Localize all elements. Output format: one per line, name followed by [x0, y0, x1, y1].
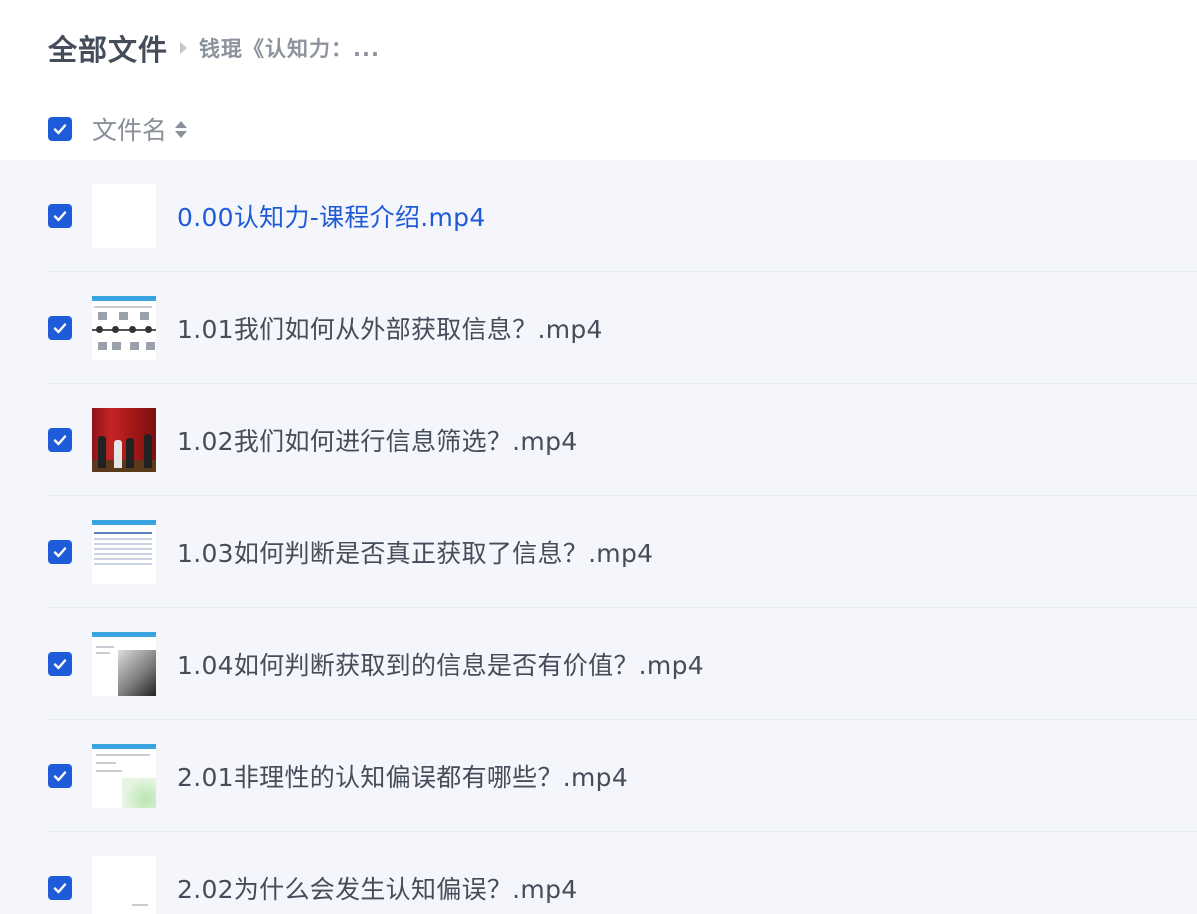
list-item[interactable]: 1.03如何判断是否真正获取了信息？.mp4: [0, 496, 1197, 608]
video-thumbnail: [92, 632, 156, 696]
file-name[interactable]: 2.02为什么会发生认知偏误？.mp4: [177, 870, 577, 906]
breadcrumb-current[interactable]: 钱琨《认知力：...: [199, 33, 380, 63]
video-thumbnail: [92, 296, 156, 360]
checkmark-icon: [53, 435, 67, 446]
row-checkbox[interactable]: [48, 204, 72, 228]
list-item[interactable]: 2.01非理性的认知偏误都有哪些？.mp4: [0, 720, 1197, 832]
breadcrumb: 全部文件 钱琨《认知力：...: [48, 28, 380, 68]
list-item[interactable]: 0.00认知力-课程介绍.mp4: [0, 160, 1197, 272]
file-browser: 全部文件 钱琨《认知力：... 文件名 0.00认知力-课程介绍.mp4 1.0…: [0, 0, 1197, 914]
file-name[interactable]: 2.01非理性的认知偏误都有哪些？.mp4: [177, 758, 628, 794]
list-item[interactable]: 2.02为什么会发生认知偏误？.mp4: [0, 832, 1197, 914]
file-name[interactable]: 1.02我们如何进行信息筛选？.mp4: [177, 422, 577, 458]
video-thumbnail: [92, 184, 156, 248]
video-thumbnail: [92, 744, 156, 808]
row-checkbox[interactable]: [48, 764, 72, 788]
checkmark-icon: [53, 547, 67, 558]
checkmark-icon: [53, 883, 67, 894]
checkmark-icon: [53, 323, 67, 334]
row-checkbox[interactable]: [48, 540, 72, 564]
video-thumbnail: [92, 520, 156, 584]
list-item[interactable]: 1.01我们如何从外部获取信息？.mp4: [0, 272, 1197, 384]
column-header-label: 文件名: [92, 116, 168, 145]
checkmark-icon: [53, 211, 67, 222]
sort-icon[interactable]: [175, 120, 188, 138]
chevron-right-icon: [180, 42, 188, 54]
file-list: 0.00认知力-课程介绍.mp4 1.01我们如何从外部获取信息？.mp4 1.…: [0, 160, 1197, 914]
video-thumbnail: [92, 856, 156, 914]
checkmark-icon: [53, 659, 67, 670]
list-item[interactable]: 1.04如何判断获取到的信息是否有价值？.mp4: [0, 608, 1197, 720]
breadcrumb-root[interactable]: 全部文件: [48, 27, 168, 69]
row-checkbox[interactable]: [48, 876, 72, 900]
row-checkbox[interactable]: [48, 652, 72, 676]
video-thumbnail: [92, 408, 156, 472]
row-checkbox[interactable]: [48, 428, 72, 452]
file-name-link[interactable]: 0.00认知力-课程介绍.mp4: [177, 198, 486, 234]
column-header-filename[interactable]: 文件名: [92, 111, 188, 147]
row-checkbox[interactable]: [48, 316, 72, 340]
file-name[interactable]: 1.03如何判断是否真正获取了信息？.mp4: [177, 534, 653, 570]
checkmark-icon: [53, 771, 67, 782]
list-header: 文件名: [0, 104, 1197, 154]
file-name[interactable]: 1.04如何判断获取到的信息是否有价值？.mp4: [177, 646, 704, 682]
select-all-checkbox[interactable]: [48, 117, 72, 141]
file-name[interactable]: 1.01我们如何从外部获取信息？.mp4: [177, 310, 603, 346]
checkmark-icon: [53, 124, 67, 135]
list-item[interactable]: 1.02我们如何进行信息筛选？.mp4: [0, 384, 1197, 496]
